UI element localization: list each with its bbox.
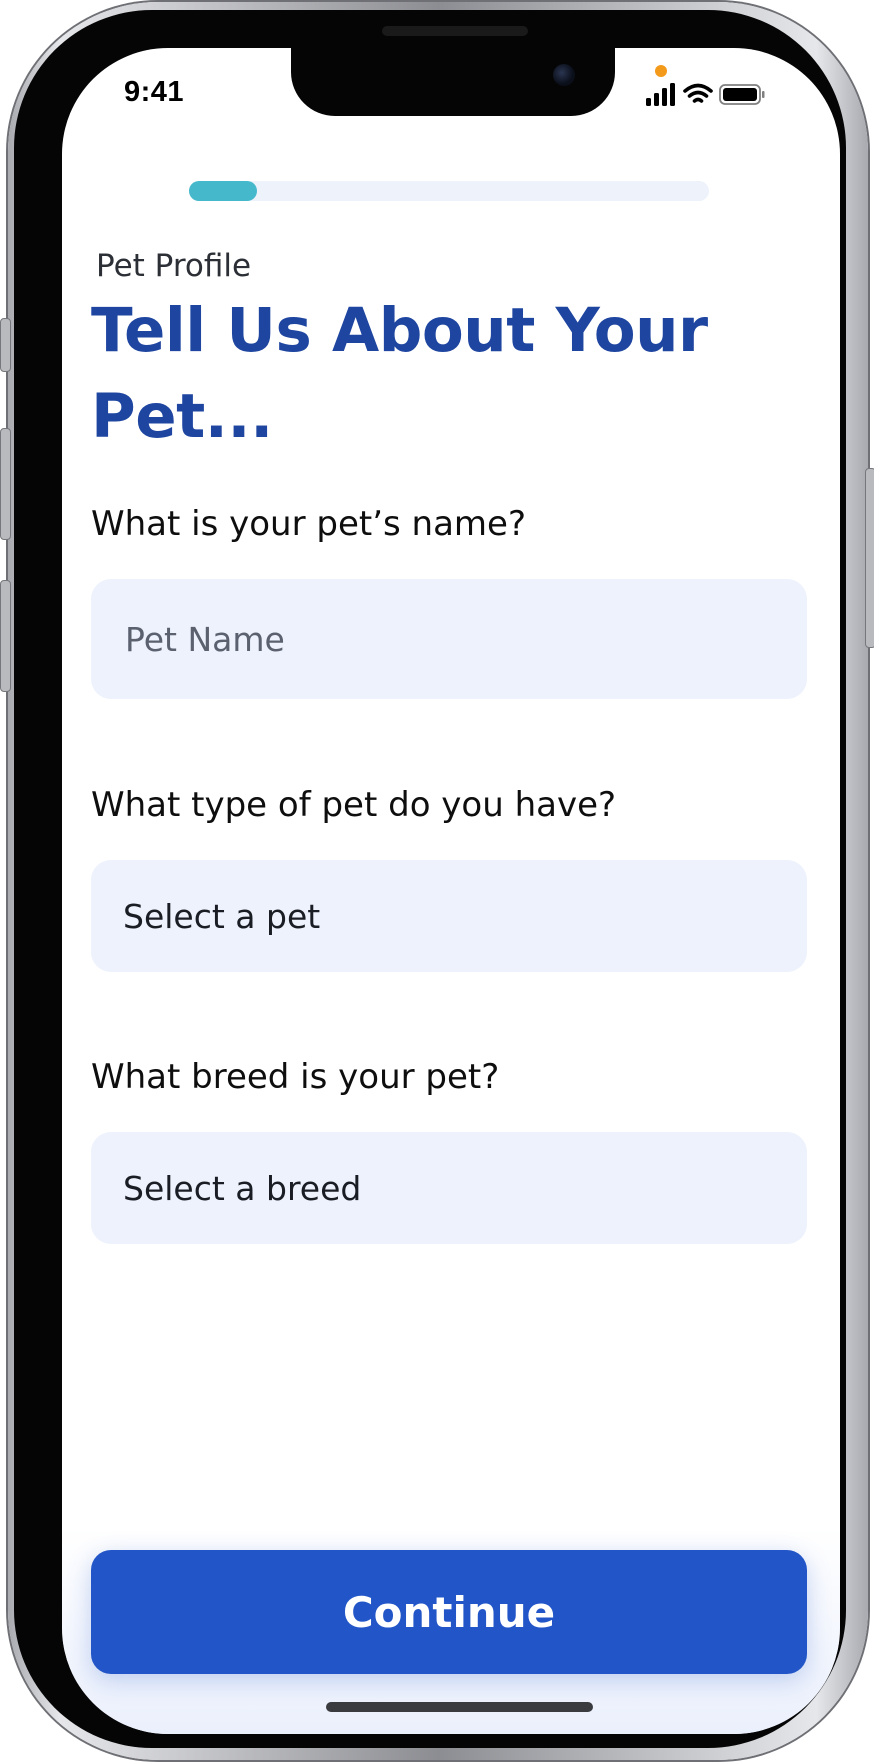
camera-icon: [553, 64, 575, 86]
progress-bar-fill: [189, 181, 257, 201]
volume-down-button: [0, 580, 11, 692]
pet-breed-select[interactable]: Select a breed: [91, 1132, 807, 1244]
pet-type-label: What type of pet do you have?: [91, 785, 617, 825]
progress-bar: [189, 181, 709, 201]
wifi-icon: [683, 83, 713, 103]
pet-type-select-value: Select a pet: [123, 896, 321, 936]
pet-type-select[interactable]: Select a pet: [91, 860, 807, 972]
device-bezel: 9:41 Pet Profile Tell Us About Your Pet.…: [14, 10, 846, 1748]
pet-name-input[interactable]: [123, 618, 807, 660]
privacy-indicator-dot: [655, 65, 667, 77]
action-button: [0, 318, 11, 372]
pet-name-label: What is your pet’s name?: [91, 504, 526, 544]
dynamic-island: [291, 48, 615, 116]
page-title: Tell Us About Your Pet...: [91, 295, 708, 452]
status-icons: [646, 83, 765, 106]
pet-breed-select-value: Select a breed: [123, 1168, 362, 1208]
cellular-signal-icon: [646, 83, 675, 106]
status-time: 9:41: [124, 76, 185, 108]
battery-icon: [719, 84, 765, 105]
section-overline: Pet Profile: [96, 248, 252, 284]
pet-name-field[interactable]: [91, 579, 807, 699]
home-indicator[interactable]: [326, 1702, 593, 1712]
pet-breed-label: What breed is your pet?: [91, 1057, 500, 1097]
continue-button[interactable]: Continue: [91, 1550, 807, 1674]
volume-up-button: [0, 428, 11, 540]
earpiece-speaker: [382, 26, 528, 36]
screen: 9:41 Pet Profile Tell Us About Your Pet.…: [62, 48, 840, 1734]
power-button: [865, 468, 874, 648]
